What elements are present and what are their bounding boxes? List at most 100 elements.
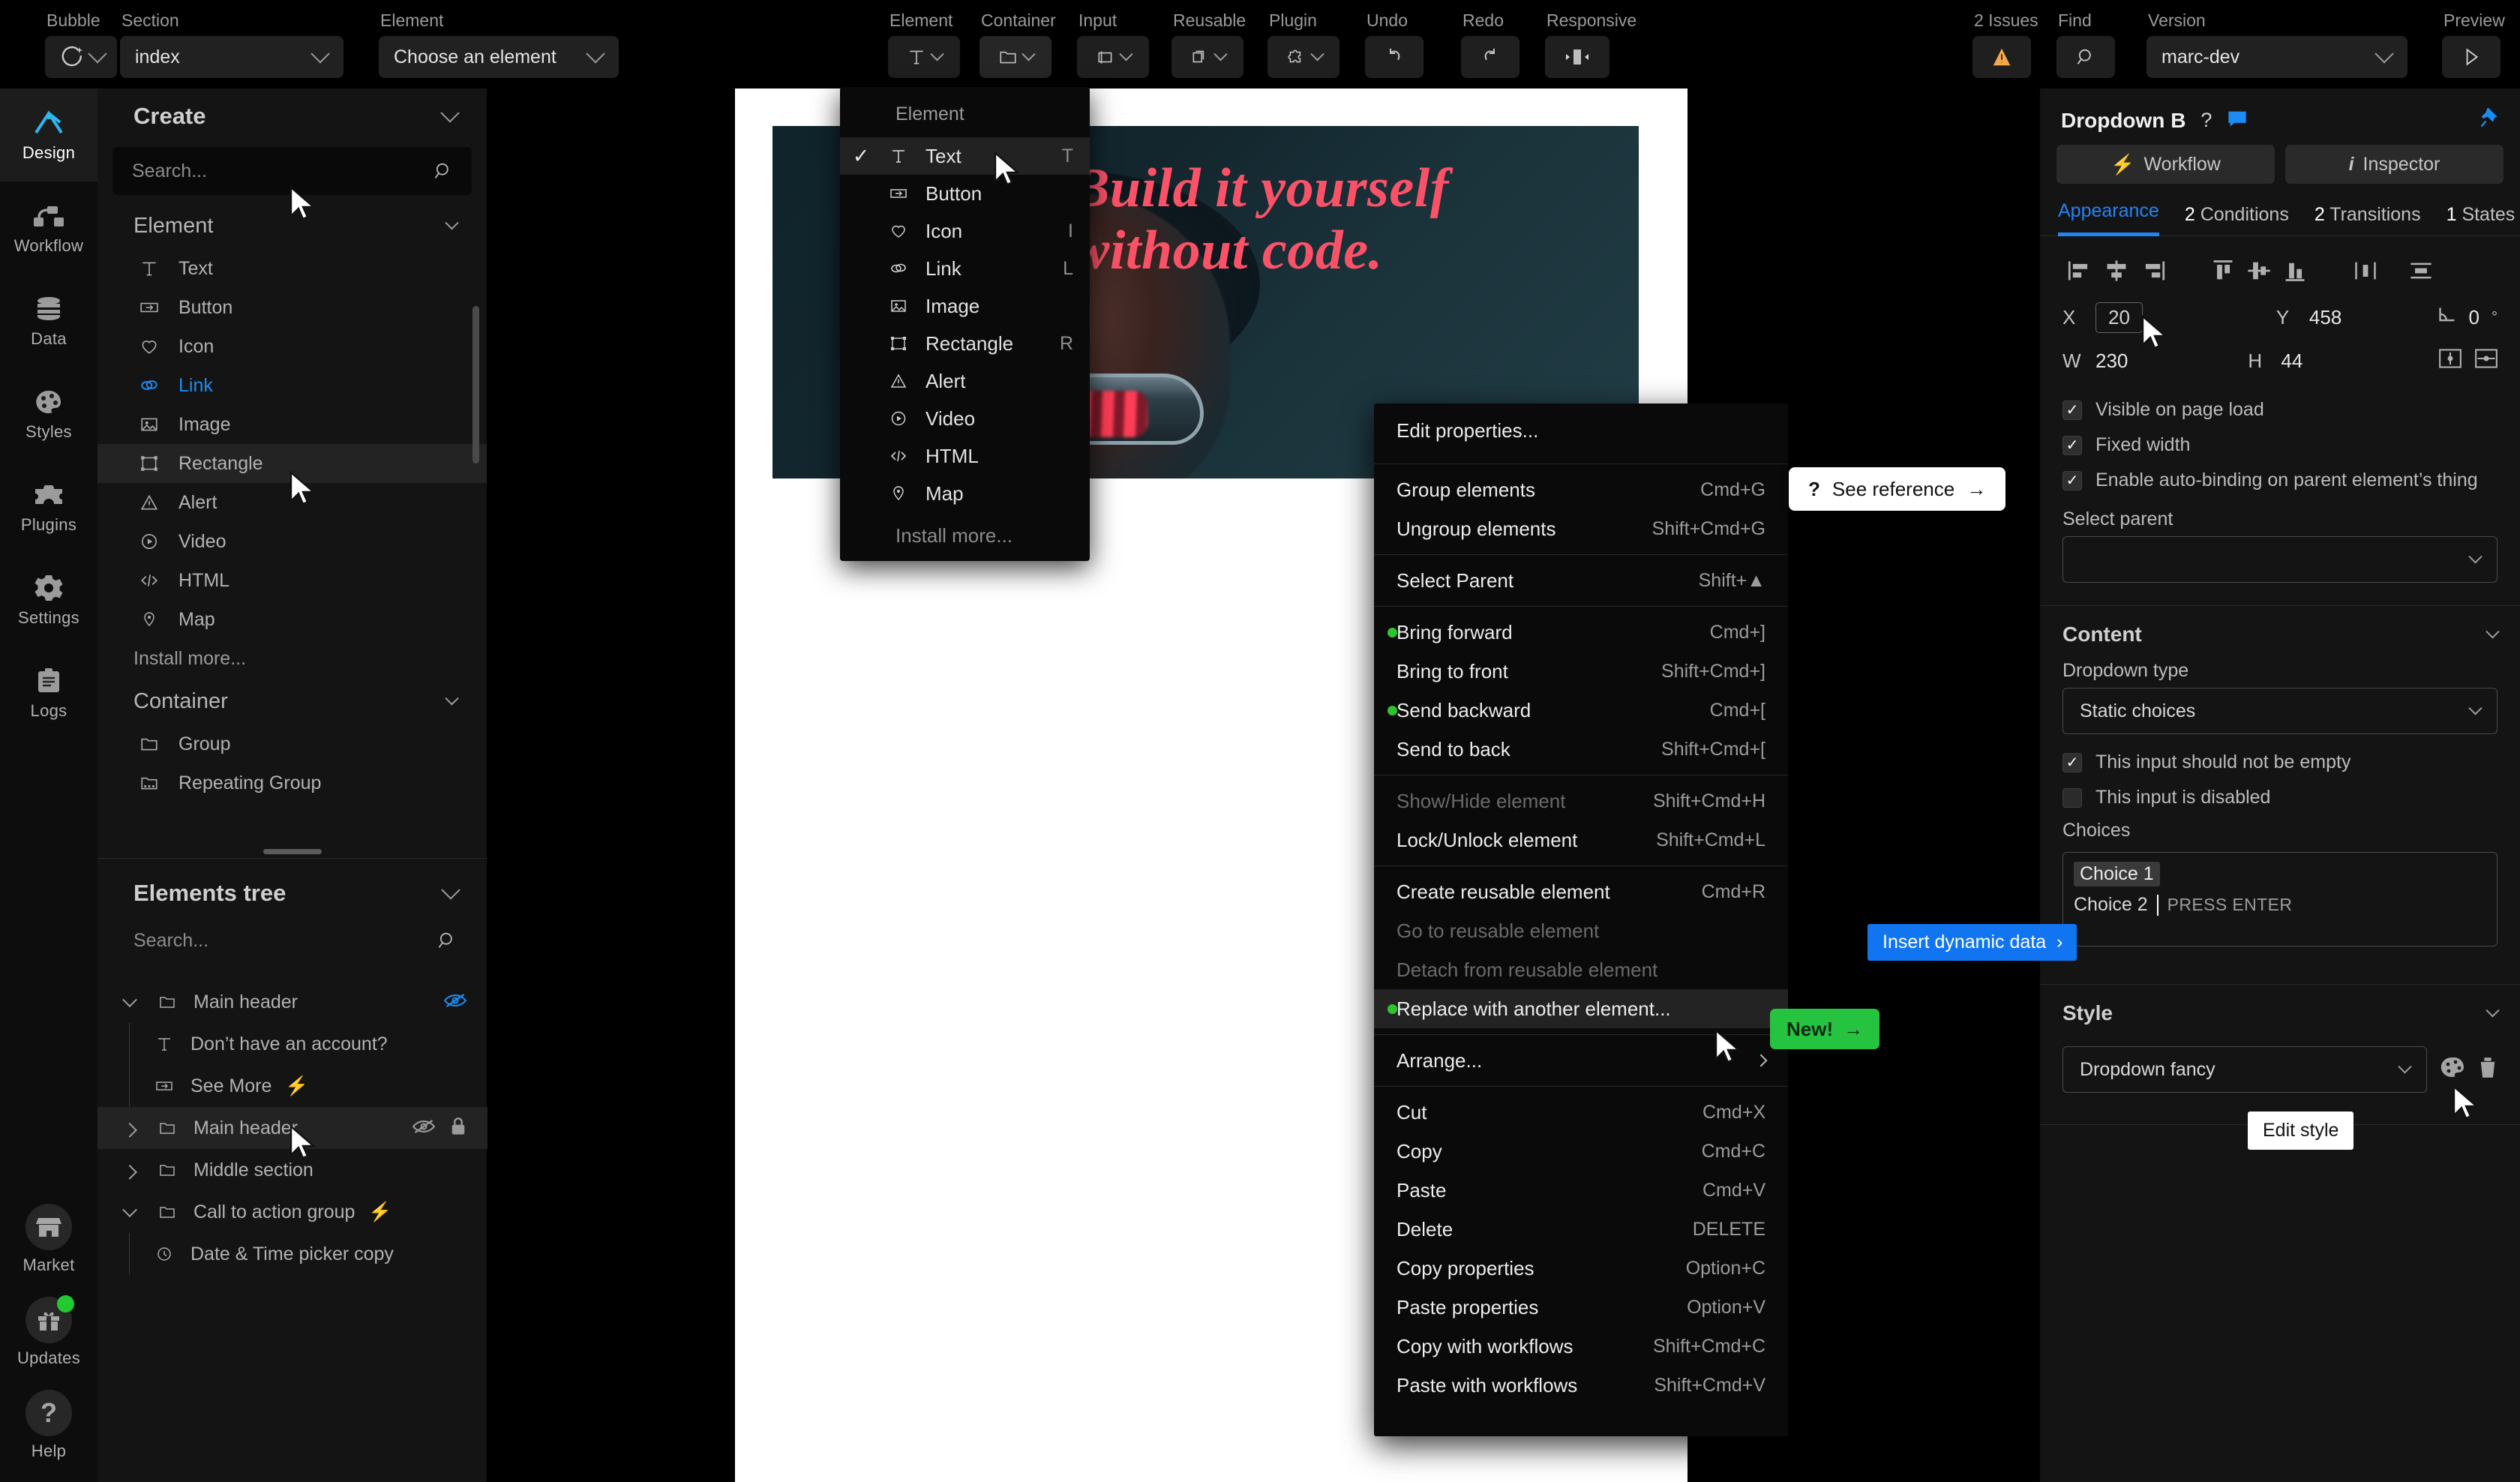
create-item-rectangle[interactable]: Rectangle bbox=[98, 444, 487, 483]
create-item-link[interactable]: Link bbox=[98, 366, 487, 405]
distribute-vertical-icon[interactable] bbox=[2403, 254, 2439, 287]
element-select[interactable]: Choose an element bbox=[379, 36, 619, 78]
ctx-delete[interactable]: Delete DELETE bbox=[1374, 1210, 1788, 1249]
element-menu-item-map[interactable]: Map bbox=[840, 475, 1090, 512]
chevron-right-icon[interactable] bbox=[118, 1122, 141, 1138]
subtab-conditions[interactable]: 2 Conditions bbox=[2185, 204, 2289, 236]
section-select[interactable]: index bbox=[120, 36, 344, 78]
align-left-icon[interactable] bbox=[2062, 254, 2098, 287]
align-top-icon[interactable] bbox=[2205, 254, 2241, 287]
create-item-icon[interactable]: Icon bbox=[98, 327, 487, 366]
see-reference-button[interactable]: ? See reference → bbox=[1789, 467, 2006, 511]
new-badge-button[interactable]: New! → bbox=[1770, 1009, 1880, 1049]
align-right-icon[interactable] bbox=[2134, 254, 2170, 287]
delete-style-trash-icon[interactable] bbox=[2478, 1057, 2498, 1083]
rail-item-plugins[interactable]: Plugins bbox=[0, 460, 98, 554]
ctx-edit-properties[interactable]: Edit properties... bbox=[1374, 411, 1788, 450]
style-section-header[interactable]: Style bbox=[2040, 985, 2520, 1036]
align-bottom-icon[interactable] bbox=[2277, 254, 2313, 287]
style-select[interactable]: Dropdown fancy bbox=[2062, 1046, 2427, 1093]
create-item-text[interactable]: Text bbox=[98, 249, 487, 288]
issues-button[interactable] bbox=[1972, 36, 2031, 78]
rail-item-data[interactable]: Data bbox=[0, 274, 98, 368]
undo-button[interactable] bbox=[1365, 36, 1424, 78]
chevron-down-icon[interactable] bbox=[118, 992, 141, 1008]
distribute-horizontal-icon[interactable] bbox=[2348, 254, 2384, 287]
w-input[interactable]: 230 bbox=[2096, 350, 2128, 373]
element-menu-item-image[interactable]: Image bbox=[840, 287, 1090, 325]
plugin-tool-button[interactable] bbox=[1268, 36, 1340, 78]
tree-row-main-header-1[interactable]: Main header bbox=[98, 981, 488, 1023]
elements-tree-header[interactable]: Elements tree bbox=[98, 866, 488, 921]
ctx-cut[interactable]: Cut Cmd+X bbox=[1374, 1093, 1788, 1132]
eye-hidden-icon[interactable] bbox=[443, 992, 467, 1012]
bubble-logo-button[interactable] bbox=[45, 36, 117, 78]
align-center-horizontal-icon[interactable] bbox=[2098, 254, 2134, 287]
element-menu-item-text[interactable]: ✓ Text T bbox=[840, 137, 1090, 175]
tree-row-main-header-2[interactable]: Main header bbox=[98, 1107, 488, 1149]
tree-row-see-more[interactable]: See More ⚡ bbox=[98, 1065, 488, 1107]
redo-button[interactable] bbox=[1461, 36, 1520, 78]
responsive-button[interactable] bbox=[1545, 36, 1610, 78]
container-tool-button[interactable] bbox=[980, 36, 1052, 78]
ctx-copy[interactable]: Copy Cmd+C bbox=[1374, 1132, 1788, 1171]
panel-resize-grip[interactable] bbox=[262, 849, 322, 854]
create-section-header[interactable]: Create bbox=[98, 88, 487, 144]
y-input[interactable]: 458 bbox=[2309, 306, 2342, 329]
subtab-transitions[interactable]: 2 Transitions bbox=[2314, 204, 2421, 236]
ctx-send-to-back[interactable]: Send to back Shift+Cmd+[ bbox=[1374, 730, 1788, 769]
comment-bubble-icon[interactable] bbox=[2227, 110, 2248, 131]
content-section-header[interactable]: Content bbox=[2040, 606, 2520, 657]
checkbox-input-disabled[interactable]: This input is disabled bbox=[2040, 780, 2520, 815]
create-item-video[interactable]: Video bbox=[98, 522, 487, 561]
element-menu-item-link[interactable]: Link L bbox=[840, 250, 1090, 287]
create-item-map[interactable]: Map bbox=[98, 600, 487, 639]
tab-workflow[interactable]: ⚡ Workflow bbox=[2056, 145, 2275, 184]
reusable-tool-button[interactable] bbox=[1172, 36, 1244, 78]
x-input[interactable]: 20 bbox=[2096, 302, 2143, 333]
create-search-input[interactable]: Search... bbox=[112, 147, 472, 195]
ctx-copy-properties[interactable]: Copy properties Option+C bbox=[1374, 1249, 1788, 1288]
ctx-bring-to-front[interactable]: Bring to front Shift+Cmd+] bbox=[1374, 652, 1788, 691]
tree-search-input[interactable]: Search... bbox=[98, 916, 488, 964]
rail-item-updates[interactable]: Updates bbox=[0, 1286, 98, 1378]
height-constraint-icon[interactable] bbox=[2475, 348, 2498, 374]
tree-row-call-to-action-group[interactable]: Call to action group ⚡ bbox=[98, 1191, 488, 1233]
element-menu-item-button[interactable]: Button bbox=[840, 175, 1090, 212]
element-menu-item-icon[interactable]: Icon I bbox=[840, 212, 1090, 250]
container-group-header[interactable]: Container bbox=[98, 678, 487, 724]
ctx-group-elements[interactable]: Group elements Cmd+G bbox=[1374, 470, 1788, 509]
eye-hidden-icon[interactable] bbox=[412, 1118, 436, 1138]
rail-item-logs[interactable]: Logs bbox=[0, 646, 98, 740]
install-more-elements[interactable]: Install more... bbox=[98, 639, 487, 678]
create-item-button[interactable]: Button bbox=[98, 288, 487, 327]
version-select[interactable]: marc-dev bbox=[2146, 36, 2408, 78]
tab-inspector[interactable]: i Inspector bbox=[2285, 145, 2504, 184]
ctx-arrange[interactable]: Arrange... bbox=[1374, 1041, 1788, 1080]
lock-icon[interactable] bbox=[450, 1117, 466, 1140]
select-parent-dropdown[interactable] bbox=[2062, 536, 2498, 583]
ctx-send-backward[interactable]: Send backward Cmd+[ bbox=[1374, 691, 1788, 730]
rotation-input[interactable]: 0 bbox=[2469, 306, 2480, 329]
element-menu-install-more[interactable]: Install more... bbox=[840, 512, 1090, 550]
ctx-select-parent[interactable]: Select Parent Shift+▲ bbox=[1374, 561, 1788, 600]
tree-row-date-time-picker-copy[interactable]: Date & Time picker copy bbox=[98, 1233, 488, 1275]
dropdown-type-select[interactable]: Static choices bbox=[2062, 688, 2498, 734]
element-menu-item-alert[interactable]: Alert bbox=[840, 362, 1090, 400]
create-item-group[interactable]: Group bbox=[98, 724, 487, 764]
create-item-image[interactable]: Image bbox=[98, 405, 487, 444]
rail-item-styles[interactable]: Styles bbox=[0, 368, 98, 460]
width-constraint-icon[interactable] bbox=[2439, 348, 2462, 374]
ctx-create-reusable-element[interactable]: Create reusable element Cmd+R bbox=[1374, 872, 1788, 911]
edit-style-palette-icon[interactable] bbox=[2440, 1057, 2464, 1083]
subtab-appearance[interactable]: Appearance bbox=[2058, 200, 2159, 236]
create-item-alert[interactable]: Alert bbox=[98, 483, 487, 522]
left-panel-scrollbar[interactable] bbox=[472, 306, 479, 464]
element-menu-item-video[interactable]: Video bbox=[840, 400, 1090, 437]
rail-item-market[interactable]: Market bbox=[0, 1192, 98, 1286]
ctx-bring-forward[interactable]: Bring forward Cmd+] bbox=[1374, 613, 1788, 652]
ctx-paste-properties[interactable]: Paste properties Option+V bbox=[1374, 1288, 1788, 1327]
ctx-lock-unlock-element[interactable]: Lock/Unlock element Shift+Cmd+L bbox=[1374, 820, 1788, 860]
element-tool-button[interactable] bbox=[888, 36, 960, 78]
tree-row-middle-section[interactable]: Middle section bbox=[98, 1149, 488, 1191]
